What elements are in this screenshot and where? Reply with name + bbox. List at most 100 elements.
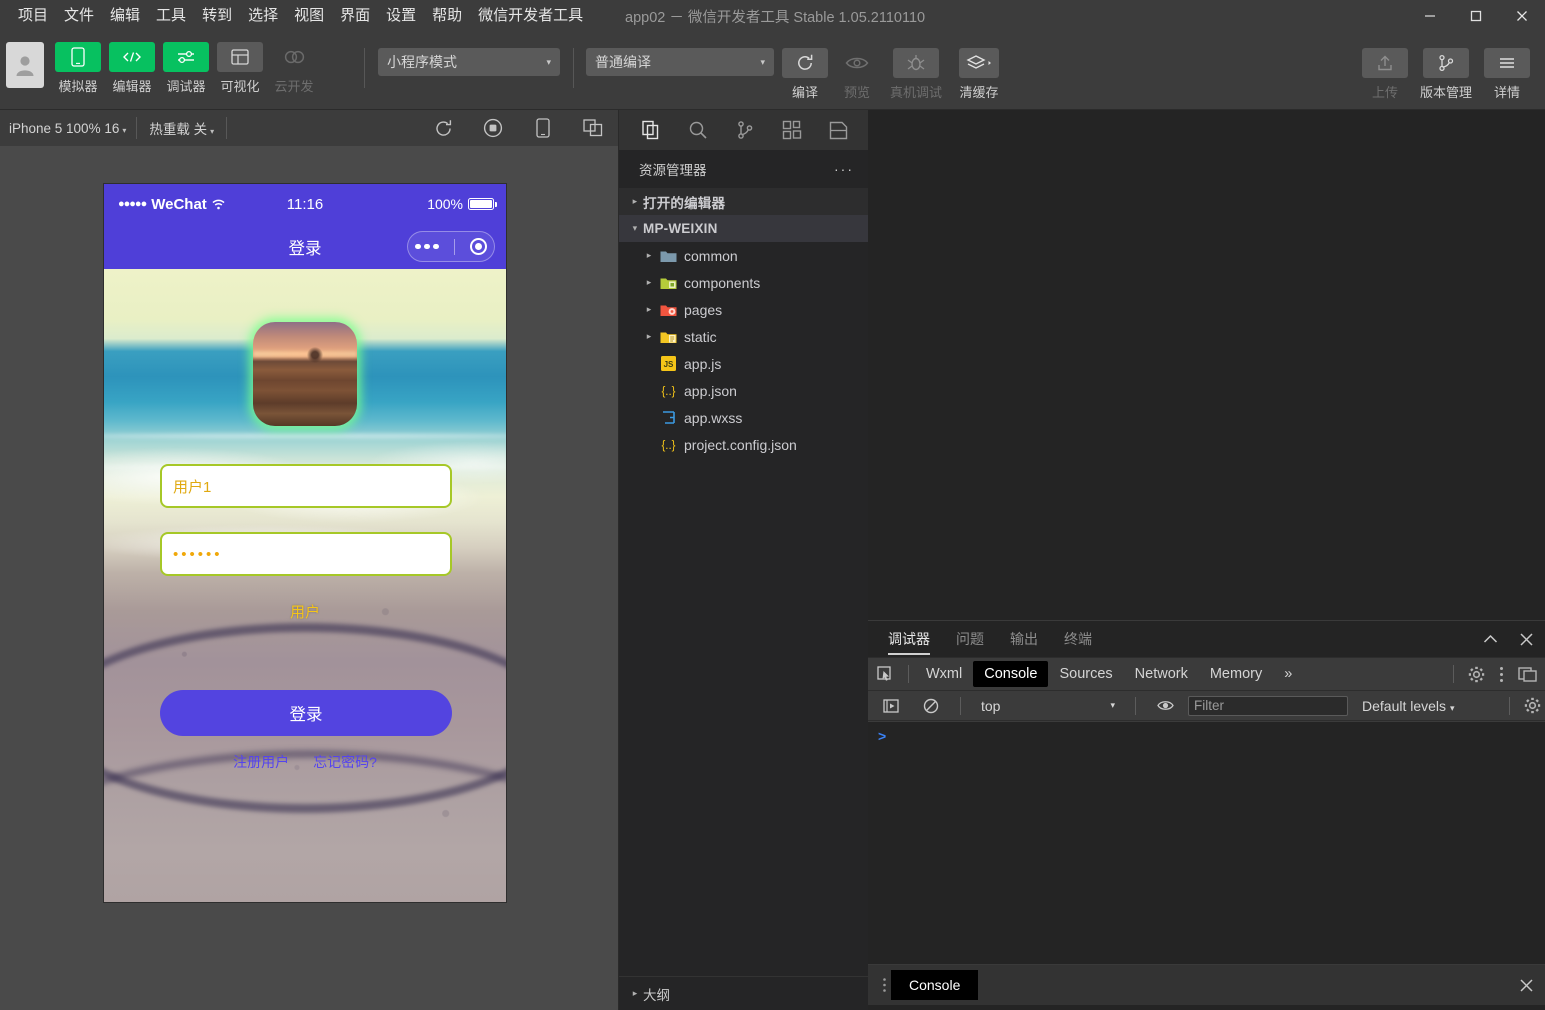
close-icon[interactable]: [1520, 633, 1533, 646]
preview-button[interactable]: 预览: [833, 48, 881, 101]
register-link[interactable]: 注册用户: [233, 752, 289, 772]
close-button[interactable]: [1499, 0, 1545, 32]
clear-cache-button[interactable]: 清缓存: [951, 48, 1007, 101]
forgot-password-link[interactable]: 忘记密码?: [313, 752, 377, 772]
upload-button[interactable]: 上传: [1361, 48, 1409, 101]
gear-icon[interactable]: [1524, 697, 1541, 714]
source-control-icon[interactable]: [735, 119, 755, 141]
toolbar-visualizer-button[interactable]: 可视化: [216, 42, 264, 95]
explorer-more-icon[interactable]: ···: [834, 161, 854, 177]
drawer-close-icon[interactable]: [1520, 979, 1533, 992]
log-levels-select[interactable]: Default levels ▾: [1362, 698, 1454, 714]
subtab-sources[interactable]: Sources: [1048, 661, 1123, 687]
device-select[interactable]: iPhone 5 100% 16▾: [0, 121, 136, 136]
menu-item-tools[interactable]: 工具: [148, 2, 194, 30]
save-icon[interactable]: [829, 119, 848, 141]
username-input[interactable]: 用户1: [160, 464, 452, 508]
tree-item-app-wxss[interactable]: app.wxss: [619, 404, 868, 431]
subtab-console[interactable]: Console: [973, 661, 1048, 687]
tab-problems[interactable]: 问题: [956, 621, 984, 657]
minimize-button[interactable]: [1407, 0, 1453, 32]
tree-item-app-js[interactable]: JS app.js: [619, 350, 868, 377]
drawer-tab-console[interactable]: Console: [891, 970, 978, 1000]
subtab-wxml[interactable]: Wxml: [915, 661, 973, 687]
context-select[interactable]: top ▾: [973, 698, 1123, 714]
console-filter-input[interactable]: [1188, 696, 1348, 716]
menu-item-ui[interactable]: 界面: [332, 2, 378, 30]
gear-icon[interactable]: [1468, 666, 1485, 683]
toolbar-editor-button[interactable]: 编辑器: [108, 42, 156, 95]
refresh-icon[interactable]: [432, 117, 454, 139]
username-value: 用户1: [173, 476, 211, 497]
menu-item-goto[interactable]: 转到: [194, 2, 240, 30]
password-input[interactable]: ••••••: [160, 532, 452, 576]
console-output[interactable]: >: [868, 721, 1545, 951]
inspect-icon[interactable]: [868, 666, 902, 683]
execute-icon[interactable]: [874, 698, 908, 714]
toolbar-simulator-button[interactable]: 模拟器: [54, 42, 102, 95]
maximize-button[interactable]: [1453, 0, 1499, 32]
record-icon[interactable]: [482, 117, 504, 139]
tree-item-pages[interactable]: ▸ pages: [619, 296, 868, 323]
device-icon[interactable]: [532, 117, 554, 139]
section-open-editors[interactable]: ▸ 打开的编辑器: [619, 188, 868, 215]
close-circle-icon[interactable]: [470, 238, 487, 255]
toolbar-simulator-label: 模拟器: [58, 76, 97, 95]
hot-reload-value: 热重载 关: [149, 122, 207, 137]
tab-output[interactable]: 输出: [1010, 621, 1038, 657]
tab-debugger[interactable]: 调试器: [888, 621, 930, 657]
password-value: ••••••: [173, 546, 223, 563]
subtab-more-icon[interactable]: »: [1273, 661, 1303, 687]
kebab-icon[interactable]: [882, 977, 887, 993]
chevron-right-icon: ▸: [641, 277, 657, 288]
files-icon[interactable]: [641, 119, 661, 141]
tree-item-components[interactable]: ▸ components: [619, 269, 868, 296]
menu-item-select[interactable]: 选择: [240, 2, 286, 30]
menu-item-settings[interactable]: 设置: [378, 2, 424, 30]
console-prompt-row[interactable]: >: [868, 722, 1545, 744]
tab-terminal[interactable]: 终端: [1064, 621, 1092, 657]
compile-select[interactable]: 普通编译 ▾: [586, 48, 774, 76]
details-button[interactable]: 详情: [1483, 48, 1531, 101]
split-screen-icon[interactable]: [582, 117, 604, 139]
tree-item-project-config[interactable]: {..} project.config.json: [619, 431, 868, 458]
chevron-down-icon: ▾: [760, 57, 765, 68]
section-mp-weixin[interactable]: ▾ MP-WEIXIN: [619, 215, 868, 242]
menu-item-file[interactable]: 文件: [56, 2, 102, 30]
subtab-network[interactable]: Network: [1124, 661, 1199, 687]
dock-icon[interactable]: [1518, 666, 1537, 682]
login-button[interactable]: 登录: [160, 690, 452, 736]
toolbar-debugger-button[interactable]: 调试器: [162, 42, 210, 95]
tree-item-common[interactable]: ▸ common: [619, 242, 868, 269]
menu-item-view[interactable]: 视图: [286, 2, 332, 30]
clear-icon[interactable]: [914, 698, 948, 714]
menu-item-edit[interactable]: 编辑: [102, 2, 148, 30]
explorer-pane: 资源管理器 ··· ▸ 打开的编辑器 ▾ MP-WEIXIN ▸ common …: [618, 110, 868, 1010]
menu-item-project[interactable]: 项目: [10, 2, 56, 30]
search-icon[interactable]: [688, 119, 708, 141]
section-outline[interactable]: ▸ 大纲: [619, 976, 869, 1010]
more-dots-icon[interactable]: [415, 244, 439, 250]
title-bar: 项目 文件 编辑 工具 转到 选择 视图 界面 设置 帮助 微信开发者工具 ap…: [0, 0, 1545, 32]
menu-item-devtools[interactable]: 微信开发者工具: [470, 2, 591, 30]
tree-item-static[interactable]: ▸ static: [619, 323, 868, 350]
kebab-icon[interactable]: [1499, 666, 1504, 683]
compile-button[interactable]: 编译: [781, 48, 829, 101]
extensions-icon[interactable]: [782, 119, 802, 141]
mode-select[interactable]: 小程序模式 ▾: [378, 48, 560, 76]
section-open-editors-label: 打开的编辑器: [643, 192, 725, 212]
real-device-debug-button[interactable]: 真机调试: [885, 48, 947, 101]
toolbar-debugger-label: 调试器: [166, 76, 205, 95]
user-avatar[interactable]: [6, 42, 44, 88]
actions-divider: [1453, 665, 1454, 683]
collapse-icon[interactable]: [1483, 634, 1498, 644]
user-avatar-image[interactable]: [253, 322, 357, 426]
hot-reload-select[interactable]: 热重载 关▾: [137, 118, 226, 138]
version-control-button[interactable]: 版本管理: [1415, 48, 1477, 101]
menu-item-help[interactable]: 帮助: [424, 2, 470, 30]
eye-icon[interactable]: [1148, 699, 1182, 712]
tree-item-app-json[interactable]: {..} app.json: [619, 377, 868, 404]
toolbar-cloud-button[interactable]: 云开发: [270, 42, 318, 95]
wechat-capsule[interactable]: [407, 231, 495, 262]
subtab-memory[interactable]: Memory: [1199, 661, 1273, 687]
